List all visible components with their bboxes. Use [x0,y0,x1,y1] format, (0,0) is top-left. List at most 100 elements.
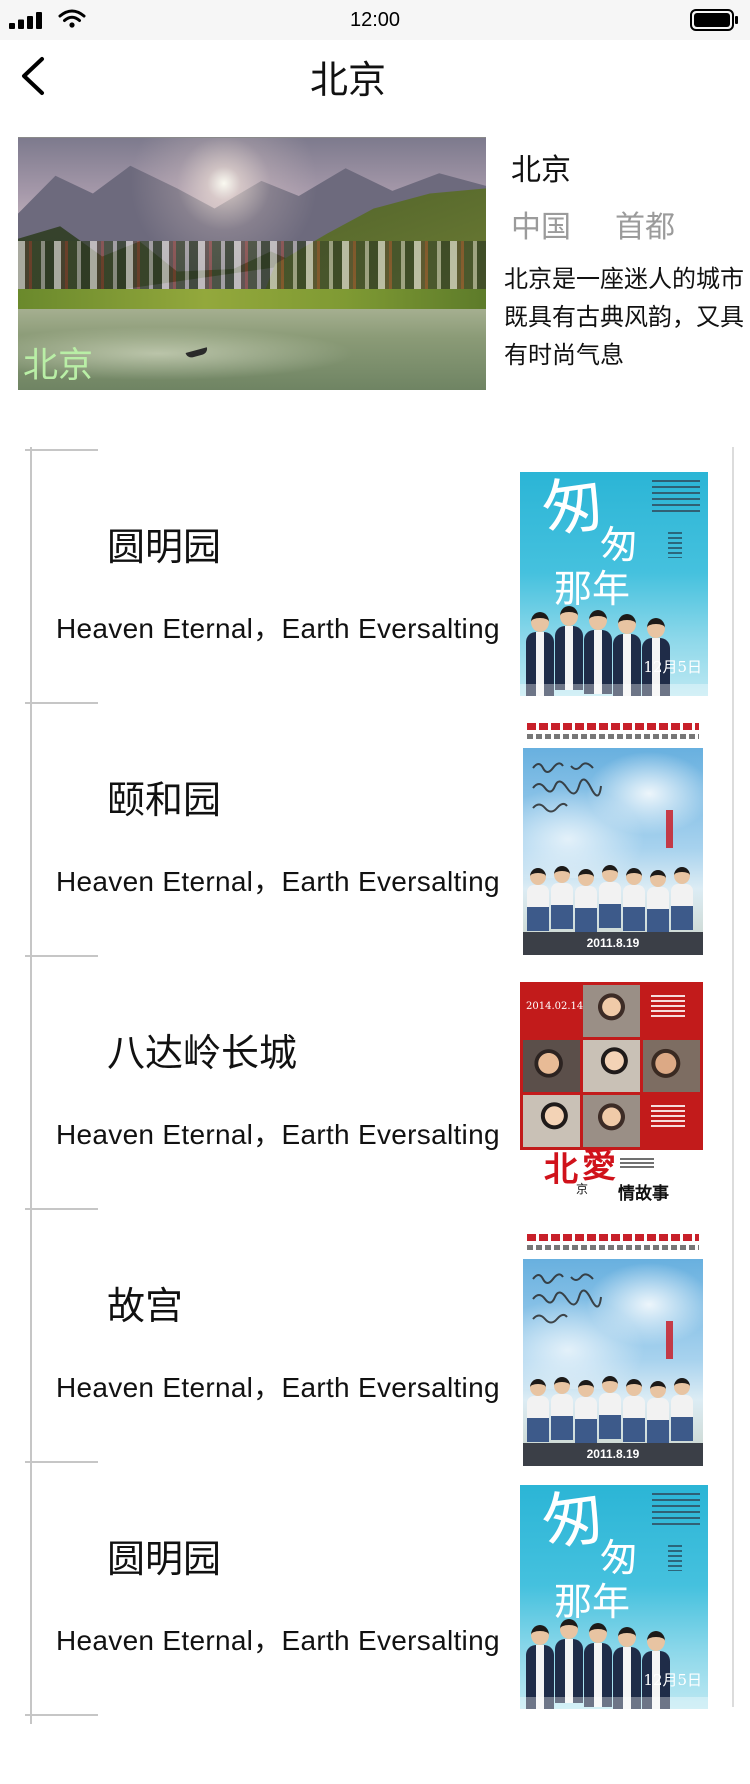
person-figure [647,1381,669,1444]
attraction-name: 颐和园 [107,778,222,822]
person-figure [555,1619,583,1703]
poster-title-glyph: 匆 [600,1536,639,1580]
city-name: 北京 [511,153,571,188]
city-tag-country: 中国 [511,210,571,245]
poster-date: 12月5日 [643,658,702,676]
poster-banner-credits [527,734,699,739]
poster-tile [523,1040,580,1092]
attraction-description: Heaven Eternal，Earth Eversalting [56,1372,500,1403]
attraction-poster: 匆 匆 那年 12月5日 [520,472,708,696]
poster-photo-grid: 2014.02.14 [520,982,703,1150]
poster-a-image: 匆 匆 那年 12月5日 [520,472,708,696]
poster-tile [643,985,700,1037]
poster-tile [523,1095,580,1147]
status-time: 12:00 [349,9,401,31]
poster-title-glyph: 匆 [537,472,609,547]
poster-date: 2011.8.19 [586,936,640,950]
person-figure [671,867,693,930]
person-figure [551,866,573,929]
timeline-tick [25,1208,98,1210]
poster-vertical-title [666,810,673,848]
poster-logo-text: 情故事 [618,1184,669,1204]
poster-tile [643,1040,700,1092]
person-figure [527,868,549,931]
city-description-line: 既具有古典风韵，又具 [504,303,744,331]
poster-logo-text: 愛 [582,1146,616,1186]
person-figure [551,1377,573,1440]
poster-banner-text [527,1234,699,1241]
poster-date: 2011.8.19 [586,1447,640,1461]
city-hero-image: 北京 [18,137,486,390]
person-figure [647,870,669,933]
person-figure [599,865,621,928]
hero-village [18,241,486,292]
person-figure [623,868,645,931]
attraction-name: 圆明园 [107,525,222,569]
battery-icon [690,9,740,35]
poster-logo-subtext [620,1158,654,1170]
poster-title-glyph: 那年 [554,567,631,611]
poster-tile [643,1095,700,1147]
person-figure [575,869,597,932]
hero-image-label: 北京 [23,346,94,386]
attraction-description: Heaven Eternal，Earth Eversalting [56,1119,500,1150]
poster-banner-text [527,723,699,730]
poster-date: 2014.02.14 [526,1001,584,1012]
poster-vertical-title [666,1321,673,1359]
attraction-name: 八达岭长城 [107,1031,298,1075]
poster-credits [652,1493,700,1527]
person-figure [584,1623,612,1707]
poster-tile [583,1040,640,1092]
poster-footer-band [520,684,708,696]
person-figure [671,1378,693,1441]
list-item[interactable]: 故宫 Heaven Eternal，Earth Eversalting 2011… [0,1208,750,1466]
poster-logo-text: 京 [576,1182,589,1196]
poster-title-glyph: 匆 [537,1485,609,1560]
poster-title-glyph: 那年 [554,1580,631,1624]
person-figure [584,610,612,694]
attraction-description: Heaven Eternal，Earth Eversalting [56,866,500,897]
poster-a-image: 匆 匆 那年 12月5日 [520,1485,708,1709]
poster-side-text [668,1545,682,1571]
attraction-name: 故宫 [107,1284,184,1328]
poster-logo-text: 北 [544,1150,578,1190]
list-item[interactable]: 圆明园 Heaven Eternal，Earth Eversalting 匆 匆… [0,1461,750,1714]
list-item[interactable]: 圆明园 Heaven Eternal，Earth Eversalting 匆 匆… [0,449,750,702]
timeline-tick [25,702,98,704]
city-tag-capital: 首都 [615,210,675,245]
city-description-line: 有时尚气息 [504,341,624,369]
handwriting-scribble [532,1273,602,1324]
poster-tile [583,1095,640,1147]
handwriting-scribble [532,762,602,813]
poster-b-image: 2011.8.19 [523,718,703,955]
person-figure [623,1379,645,1442]
poster-c-image: 2014.02.14 北 愛 京 情故事 [520,982,703,1209]
status-bar: 12:00 [0,0,750,40]
attraction-description: Heaven Eternal，Earth Eversalting [56,1625,500,1656]
attraction-poster: 2011.8.19 [523,718,703,955]
attraction-name: 圆明园 [107,1537,222,1581]
city-description-line: 北京是一座迷人的城市 [504,265,744,293]
list-item[interactable]: 八达岭长城 Heaven Eternal，Earth Eversalting 2… [0,955,750,1209]
person-figure [575,1380,597,1443]
poster-tile: 2014.02.14 [523,985,584,1037]
poster-date: 12月5日 [643,1671,702,1689]
person-figure [555,606,583,690]
poster-tile [583,985,640,1037]
timeline-tick [25,449,98,451]
poster-b-image: 2011.8.19 [523,1229,703,1466]
poster-banner-credits [527,1245,699,1250]
attraction-poster: 匆 匆 那年 12月5日 [520,1485,708,1709]
timeline-tick [25,1461,98,1463]
person-figure [527,1379,549,1442]
attraction-description: Heaven Eternal，Earth Eversalting [56,613,500,644]
chevron-left-icon [22,57,44,95]
poster-credits [652,480,700,514]
list-item[interactable]: 颐和园 Heaven Eternal，Earth Eversalting 201… [0,702,750,955]
back-button[interactable] [12,50,56,102]
poster-footer-band [520,1697,708,1709]
attraction-poster: 2011.8.19 [523,1229,703,1466]
person-figure [599,1376,621,1439]
timeline-tick [25,955,98,957]
poster-side-text [668,532,682,558]
